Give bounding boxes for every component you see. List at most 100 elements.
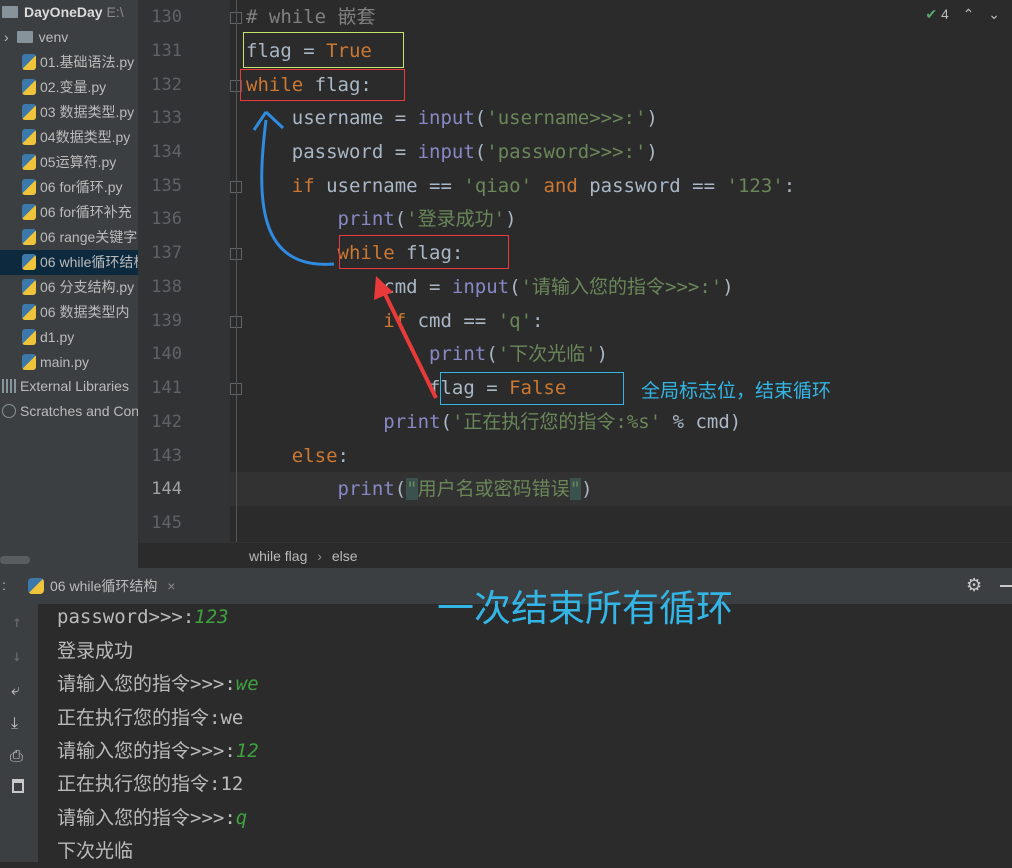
- run-tab[interactable]: 06 while循环结构 ×: [28, 568, 175, 604]
- scratches-item[interactable]: Scratches and Consoles: [2, 399, 138, 424]
- python-file-icon: [22, 154, 36, 170]
- breadcrumb: while flag › else: [138, 542, 1012, 569]
- python-file-icon: [22, 204, 36, 220]
- tree-file-item[interactable]: 03 数据类型.py: [22, 100, 134, 125]
- breadcrumb-separator: ›: [317, 548, 322, 564]
- python-file-icon: [22, 279, 36, 295]
- tree-item-label: 06 while循环结构: [40, 254, 138, 270]
- console-line: password>>>:123: [57, 600, 229, 634]
- code-editor[interactable]: 130 131 132 133 134 135 136 137 138 139 140 141 142 1…: [138, 0, 1012, 569]
- run-toolbar: ↑ ↓ ⤶ ⤓ ⎙: [0, 604, 38, 862]
- external-libraries-label: External Libraries: [20, 378, 129, 394]
- tree-file-item[interactable]: 06 数据类型内: [22, 300, 129, 325]
- console-text: password>>>:: [57, 606, 195, 628]
- console-user-input: q: [235, 807, 248, 829]
- next-highlight-icon[interactable]: ⌄: [988, 6, 1000, 22]
- python-file-icon: [22, 79, 36, 95]
- console-text: 请输入您的指令>>>:: [57, 740, 236, 762]
- breadcrumb-item-while[interactable]: while flag: [249, 548, 307, 564]
- tree-file-item[interactable]: d1.py: [22, 325, 74, 350]
- console-text: 正在执行您的指令:12: [57, 773, 244, 795]
- tree-item-label: 06 for循环补充: [40, 204, 132, 220]
- console-line: 登录成功: [57, 634, 133, 668]
- overlay-caption: 一次结束所有循环: [437, 588, 733, 629]
- tree-file-item[interactable]: 06 for循环.py: [22, 175, 122, 200]
- external-libraries-item[interactable]: External Libraries: [2, 374, 129, 399]
- tree-folder-item[interactable]: › venv: [4, 25, 68, 50]
- tree-file-item[interactable]: 06 分支结构.py: [22, 275, 134, 300]
- gear-icon[interactable]: ⚙: [966, 575, 982, 596]
- python-file-icon: [22, 179, 36, 195]
- print-icon[interactable]: ⎙: [10, 746, 23, 766]
- check-icon: ✔: [925, 6, 938, 22]
- tree-file-item[interactable]: 04数据类型.py: [22, 125, 130, 150]
- library-icon: [2, 379, 16, 393]
- trash-icon[interactable]: [12, 779, 24, 793]
- scratches-label: Scratches and Consoles: [20, 403, 138, 419]
- console-line: 下次光临: [57, 834, 133, 868]
- python-file-icon: [22, 54, 36, 70]
- console-line: 正在执行您的指令:12: [57, 767, 243, 801]
- console-line: 请输入您的指令>>>:q: [57, 801, 247, 835]
- tree-horizontal-scrollbar[interactable]: [0, 556, 30, 564]
- scroll-to-end-icon[interactable]: ⤓: [11, 713, 18, 733]
- tree-file-item[interactable]: main.py: [22, 350, 89, 375]
- tree-item-label: 06 range关键字: [40, 229, 138, 245]
- python-file-icon: [22, 354, 36, 370]
- console-user-input: we: [235, 673, 259, 695]
- close-tab-icon[interactable]: ×: [167, 578, 175, 594]
- annotation-arrows: [252, 110, 438, 399]
- prev-highlight-icon[interactable]: ⌃: [963, 6, 975, 22]
- tree-file-item[interactable]: 05运算符.py: [22, 150, 116, 175]
- tree-file-item[interactable]: 01.基础语法.py: [22, 50, 134, 75]
- tree-item-label: 04数据类型.py: [40, 129, 131, 145]
- console-line: 请输入您的指令>>>:we: [57, 667, 259, 701]
- python-file-icon: [28, 578, 44, 594]
- console-user-input: 123: [194, 606, 229, 628]
- python-file-icon: [22, 129, 36, 145]
- console-text: 正在执行您的指令:we: [57, 707, 244, 729]
- tree-item-label: main.py: [40, 354, 90, 370]
- python-file-icon: [22, 254, 36, 270]
- tree-item-label: 06 分支结构.py: [40, 279, 135, 295]
- python-file-icon: [22, 304, 36, 320]
- inspection-count: 4: [940, 6, 949, 22]
- console-text: 请输入您的指令>>>:: [57, 673, 236, 695]
- up-arrow-icon[interactable]: ↑: [12, 612, 22, 631]
- folder-icon: [16, 31, 33, 43]
- breadcrumb-item-else[interactable]: else: [332, 548, 358, 564]
- run-tab-prefix: :: [2, 577, 6, 593]
- project-panel: DayOneDay E:\ › venv 01.基础语法.py 02.变量.py 03 …: [0, 0, 138, 568]
- console-text: 登录成功: [57, 640, 134, 662]
- console-text: 下次光临: [57, 840, 134, 862]
- tree-item-label: 02.变量.py: [40, 79, 107, 95]
- console-line: 正在执行您的指令:we: [57, 701, 243, 735]
- run-tab-label: 06 while循环结构: [50, 578, 158, 594]
- python-file-icon: [22, 329, 36, 345]
- tree-item-label: venv: [38, 29, 69, 45]
- project-root-name: DayOneDay: [24, 4, 103, 20]
- tree-item-label: 06 数据类型内: [40, 304, 130, 320]
- tree-item-label: 03 数据类型.py: [40, 104, 135, 120]
- console-line: 请输入您的指令>>>:12: [57, 734, 259, 768]
- inspection-widget[interactable]: ✔ 4 ⌃ ⌄: [925, 6, 1000, 23]
- console-text: 请输入您的指令>>>:: [57, 807, 236, 829]
- project-root-path: E:\: [106, 4, 124, 20]
- folder-icon: [2, 6, 18, 18]
- python-file-icon: [22, 229, 36, 245]
- tree-item-label: 01.基础语法.py: [40, 54, 135, 70]
- minimize-icon[interactable]: [1000, 585, 1012, 587]
- tree-file-item[interactable]: 02.变量.py: [22, 75, 106, 100]
- console-user-input: 12: [235, 740, 259, 762]
- scratches-icon: [2, 404, 16, 418]
- chevron-right-icon[interactable]: ›: [4, 29, 9, 45]
- tree-file-item[interactable]: 06 range关键字: [22, 225, 137, 250]
- tree-file-item[interactable]: 06 while循环结构: [0, 250, 138, 275]
- down-arrow-icon[interactable]: ↓: [12, 646, 22, 665]
- tree-file-item[interactable]: 06 for循环补充: [22, 200, 132, 225]
- project-root[interactable]: DayOneDay E:\: [2, 0, 124, 25]
- python-file-icon: [22, 104, 36, 120]
- soft-wrap-icon[interactable]: ⤶: [11, 680, 20, 700]
- tree-item-label: 06 for循环.py: [40, 179, 123, 195]
- tree-item-label: 05运算符.py: [40, 154, 117, 170]
